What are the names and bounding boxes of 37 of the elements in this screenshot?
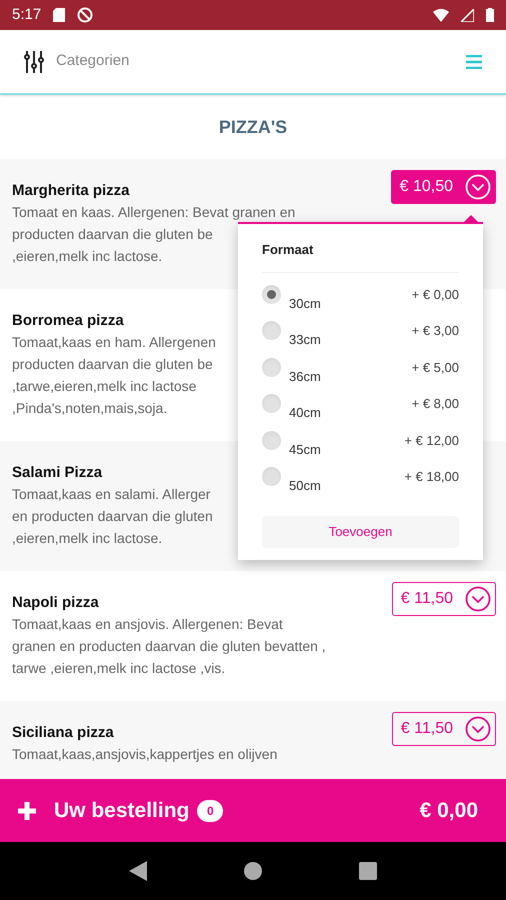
size-extra-price: + € 8,00 (412, 395, 459, 413)
item-name: Siciliana pizza (12, 723, 114, 743)
item-description: tarwe ,eieren,melk inc lactose ,vis. (12, 659, 226, 678)
size-label: 45cm (289, 440, 321, 458)
size-extra-price: + € 18,00 (404, 468, 459, 486)
order-count-badge: 0 (197, 800, 224, 822)
size-label: 36cm (289, 368, 321, 386)
size-label: 30cm (289, 294, 321, 312)
section-title: PIZZA'S (218, 116, 288, 138)
item-description: producten daarvan die gluten be (12, 225, 213, 244)
item-name: Napoli pizza (12, 593, 99, 613)
item-description: en producten daarvan die gluten (12, 507, 213, 526)
item-name: Salami Pizza (12, 463, 102, 483)
item-description: producten daarvan die gluten be (12, 355, 213, 374)
size-extra-price: + € 3,00 (412, 322, 459, 340)
order-label: Uw bestelling (54, 798, 190, 824)
item-description: Tomaat,kaas en salami. Allerger (12, 485, 210, 504)
popover-title: Formaat (262, 241, 314, 259)
size-label: 40cm (289, 404, 321, 422)
size-extra-price: + € 5,00 (412, 358, 459, 376)
item-name: Margherita pizza (12, 181, 130, 201)
item-description: Tomaat,kaas en ham. Allergenen (12, 333, 216, 352)
item-description: ,Pinda's,noten,mais,soja. (12, 399, 168, 418)
item-description: ,eieren,melk inc lactose. (12, 529, 162, 548)
item-name: Borromea pizza (12, 311, 124, 331)
status-time: 5:17 (12, 4, 42, 25)
item-description: Tomaat,kaas,ansjovis,kappertjes en olijven (12, 745, 278, 764)
item-description: ,tarwe,eieren,melk inc lactose (12, 377, 196, 396)
item-description: ,eieren,melk inc lactose. (12, 247, 162, 266)
item-description: granen en producten daarvan die gluten bevatten , (12, 637, 326, 656)
size-extra-price: + € 12,00 (404, 432, 459, 450)
size-label: 33cm (289, 331, 321, 349)
size-label: 50cm (289, 477, 321, 495)
order-total: € 0,00 (420, 798, 478, 824)
size-extra-price: + € 0,00 (412, 286, 459, 304)
item-description: Tomaat,kaas en ansjovis. Allergenen: Bevat (12, 615, 283, 634)
item-description: Tomaat en kaas. Allergenen: Bevat granen en (12, 203, 296, 222)
